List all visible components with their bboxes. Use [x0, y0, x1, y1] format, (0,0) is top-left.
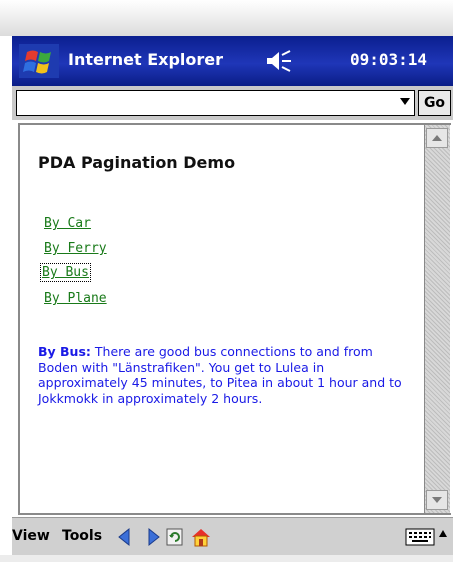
link-by-car[interactable]: By Car	[44, 216, 91, 231]
page-content: PDA Pagination Demo By Car By Ferry By B…	[38, 125, 410, 513]
windows-flag-icon[interactable]	[19, 44, 59, 78]
menu-tools[interactable]: Tools	[62, 528, 102, 544]
forward-arrow-icon[interactable]	[140, 526, 162, 548]
description-body: There are good bus connections to and fr…	[38, 344, 402, 406]
chevron-down-icon[interactable]	[400, 98, 410, 105]
command-bar: View Tools	[12, 517, 453, 555]
scroll-down-arrow-icon	[432, 497, 442, 503]
vertical-scrollbar[interactable]	[424, 125, 450, 513]
title-bar: Internet Explorer 09:03:14	[12, 36, 453, 86]
app-title: Internet Explorer	[68, 50, 224, 69]
link-by-ferry[interactable]: By Ferry	[44, 241, 107, 256]
bottom-shadow	[0, 555, 453, 562]
page-viewport: PDA Pagination Demo By Car By Ferry By B…	[18, 123, 451, 515]
menu-view[interactable]: View	[12, 528, 50, 544]
back-arrow-icon[interactable]	[116, 526, 138, 548]
speaker-icon[interactable]	[266, 49, 292, 73]
scroll-up-button[interactable]	[426, 128, 448, 148]
top-shadow	[0, 0, 453, 36]
scroll-down-button[interactable]	[426, 490, 448, 510]
description-heading: By Bus:	[38, 344, 91, 359]
link-by-plane[interactable]: By Plane	[44, 291, 107, 306]
description-paragraph: By Bus: There are good bus connections t…	[38, 344, 410, 406]
page-title: PDA Pagination Demo	[38, 153, 236, 172]
chevron-up-icon[interactable]	[439, 530, 447, 537]
address-input[interactable]	[16, 90, 415, 116]
go-button[interactable]: Go	[418, 90, 451, 116]
home-icon[interactable]	[190, 526, 212, 548]
clock[interactable]: 09:03:14	[350, 50, 427, 69]
link-by-bus[interactable]: By Bus	[40, 263, 91, 282]
address-bar: Go	[12, 86, 453, 120]
scroll-up-arrow-icon	[432, 135, 442, 141]
keyboard-icon[interactable]	[405, 528, 435, 546]
refresh-icon[interactable]	[164, 526, 186, 548]
